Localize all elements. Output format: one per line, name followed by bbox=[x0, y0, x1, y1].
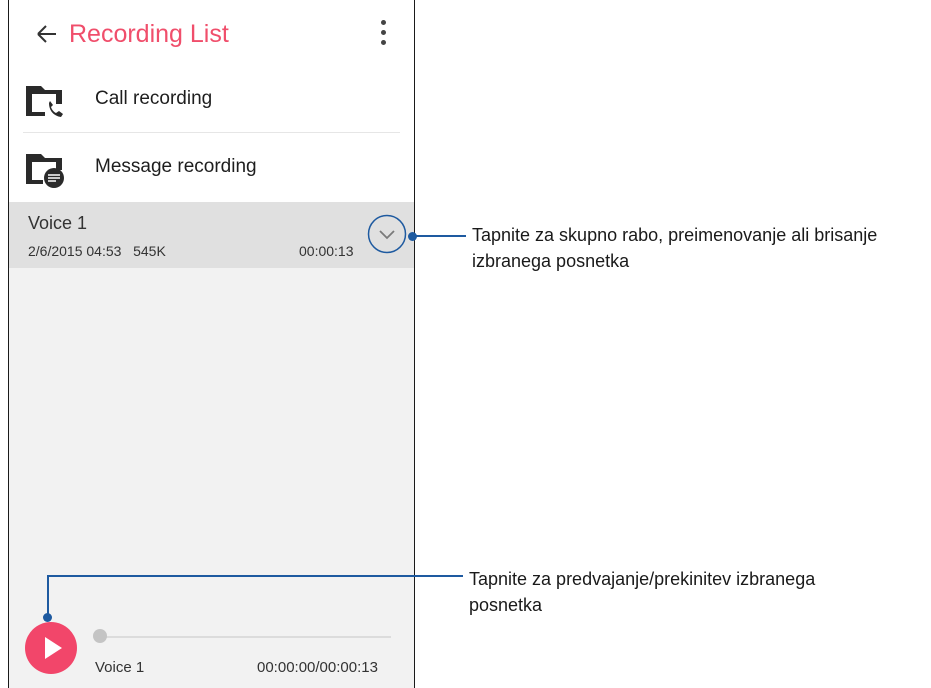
callout-line bbox=[47, 575, 49, 617]
divider bbox=[23, 132, 400, 133]
player-bar: Voice 1 00:00:00/00:00:13 bbox=[9, 604, 414, 688]
callout-play: Tapnite za predvajanje/prekinitev izbran… bbox=[469, 566, 815, 618]
player-time: 00:00:00/00:00:13 bbox=[257, 659, 378, 676]
folder-message-icon bbox=[26, 154, 64, 188]
recording-duration: 00:00:13 bbox=[299, 243, 354, 259]
recording-name: Voice 1 bbox=[28, 213, 88, 233]
category-label: Message recording bbox=[95, 156, 257, 177]
phone-screen: Recording List Call recording Message re… bbox=[8, 0, 415, 688]
chevron-down-icon bbox=[367, 214, 407, 254]
more-vert-icon bbox=[381, 20, 386, 25]
arrow-left-icon bbox=[37, 25, 56, 43]
recording-date: 2/6/2015 04:53 bbox=[28, 243, 122, 259]
callout-line bbox=[47, 575, 463, 577]
category-call-recording[interactable]: Call recording bbox=[9, 66, 414, 132]
callout-expand: Tapnite za skupno rabo, preimenovanje al… bbox=[472, 222, 877, 274]
play-icon bbox=[45, 637, 62, 659]
app-bar: Recording List bbox=[9, 0, 414, 66]
category-message-recording[interactable]: Message recording bbox=[9, 134, 414, 200]
play-button[interactable] bbox=[25, 622, 77, 674]
back-button[interactable] bbox=[35, 16, 63, 52]
expand-button[interactable] bbox=[367, 214, 407, 254]
list-item[interactable]: Voice 1 2/6/2015 04:53 545K 00:00:13 bbox=[9, 202, 414, 268]
seek-bar[interactable] bbox=[95, 636, 391, 638]
recording-meta: 2/6/2015 04:53 545K bbox=[28, 242, 166, 260]
recording-list: Voice 1 2/6/2015 04:53 545K 00:00:13 bbox=[9, 202, 414, 604]
callout-line bbox=[412, 235, 466, 237]
recording-size: 545K bbox=[133, 243, 166, 259]
callout-text-line: izbranega posnetka bbox=[472, 251, 630, 271]
page-title: Recording List bbox=[69, 20, 229, 48]
callout-text-line: Tapnite za skupno rabo, preimenovanje al… bbox=[472, 225, 878, 245]
callout-text-line: posnetka bbox=[469, 595, 543, 615]
category-label: Call recording bbox=[95, 88, 213, 109]
callout-text-line: Tapnite za predvajanje/prekinitev izbran… bbox=[469, 569, 816, 589]
more-options-button[interactable] bbox=[372, 18, 396, 50]
folder-phone-icon bbox=[26, 86, 63, 117]
seek-handle[interactable] bbox=[93, 629, 107, 643]
player-track-name: Voice 1 bbox=[95, 659, 145, 676]
